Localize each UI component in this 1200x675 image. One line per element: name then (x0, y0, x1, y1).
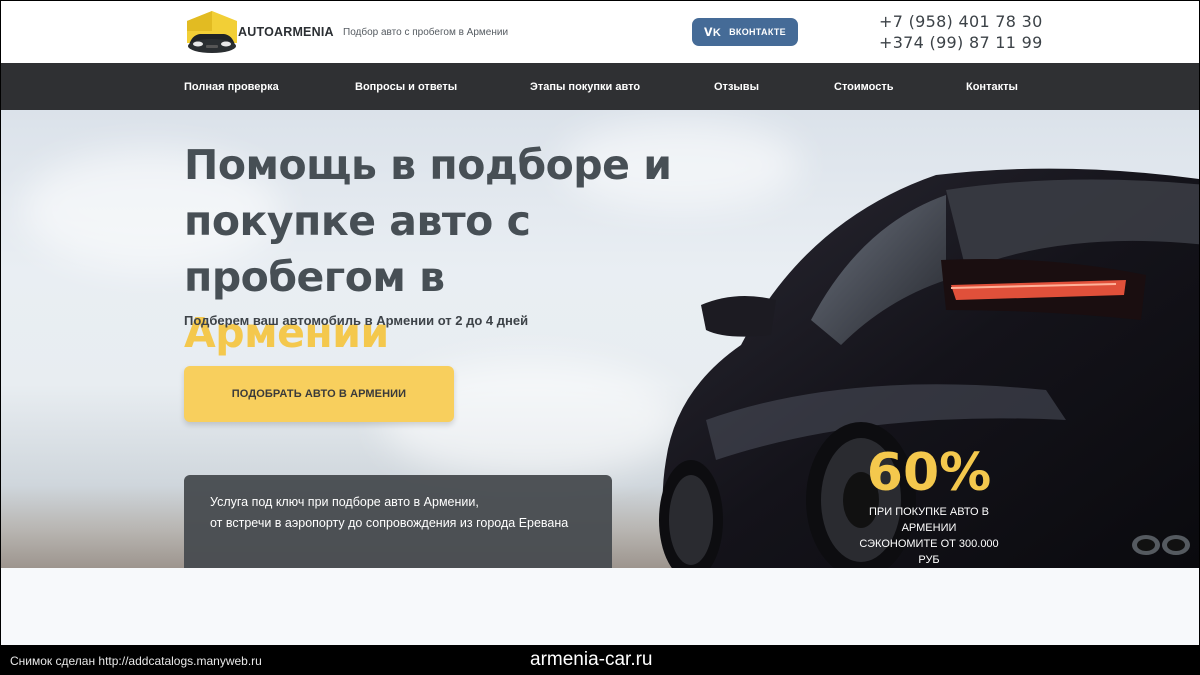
nav-item-purchase-steps[interactable]: Этапы покупки авто (530, 81, 640, 93)
screenshot-caption-bar: Снимок сделан http://addcatalogs.manyweb… (0, 645, 1200, 675)
site-header: AUTOARMENIA Подбор авто с пробегом в Арм… (1, 1, 1199, 63)
nav-item-full-check[interactable]: Полная проверка (184, 81, 279, 93)
savings-text-line: СЭКОНОМИТЕ ОТ 300.000 РУБ (859, 538, 999, 566)
site-logo[interactable]: AUTOARMENIA (184, 9, 334, 55)
capture-source-text: Снимок сделан http://addcatalogs.manyweb… (10, 654, 262, 668)
main-nav: Полная проверка Вопросы и ответы Этапы п… (1, 63, 1199, 110)
nav-item-contacts[interactable]: Контакты (966, 81, 1018, 93)
phone-list: +7 (958) 401 78 30 +374 (99) 87 11 99 (879, 11, 1043, 53)
hero-subtitle: Подберем ваш автомобиль в Армении от 2 д… (184, 313, 529, 328)
nav-item-pricing[interactable]: Стоимость (834, 81, 894, 93)
vk-icon: ᐯK (704, 26, 722, 39)
vk-button[interactable]: ᐯK ВКОНТАКТЕ (692, 18, 798, 46)
vk-button-label: ВКОНТАКТЕ (729, 27, 786, 37)
phone-armenia[interactable]: +374 (99) 87 11 99 (879, 32, 1043, 53)
pick-car-button[interactable]: ПОДОБРАТЬ АВТО В АРМЕНИИ (184, 366, 454, 422)
logo-car-icon (187, 11, 237, 53)
savings-text-line: ПРИ ПОКУПКЕ АВТО В АРМЕНИИ (868, 506, 989, 534)
service-info-box: Услуга под ключ при подборе авто в Армен… (184, 475, 612, 568)
hero-section: Помощь в подборе и покупке авто с пробег… (1, 110, 1199, 568)
logo-text: AUTOARMENIA (238, 25, 334, 39)
site-tagline: Подбор авто с пробегом в Армении (343, 27, 509, 38)
screenshot-frame: AUTOARMENIA Подбор авто с пробегом в Арм… (0, 0, 1200, 675)
service-info-line: Услуга под ключ при подборе авто в Армен… (210, 495, 479, 509)
hero-title-line-1: Помощь в подборе и (184, 141, 672, 189)
nav-item-faq[interactable]: Вопросы и ответы (355, 81, 457, 93)
site-domain-text: armenia-car.ru (530, 649, 653, 670)
nav-item-reviews[interactable]: Отзывы (714, 81, 759, 93)
hero-title-line-2: покупке авто с пробегом в (184, 197, 531, 301)
savings-percent: 60% (866, 443, 992, 503)
savings-promo: 60% ПРИ ПОКУПКЕ АВТО В АРМЕНИИ СЭКОНОМИТ… (849, 442, 1009, 568)
web-page: AUTOARMENIA Подбор авто с пробегом в Арм… (1, 1, 1199, 645)
phone-russia[interactable]: +7 (958) 401 78 30 (879, 11, 1043, 32)
service-info-line: от встречи в аэропорту до сопровождения … (210, 516, 569, 530)
